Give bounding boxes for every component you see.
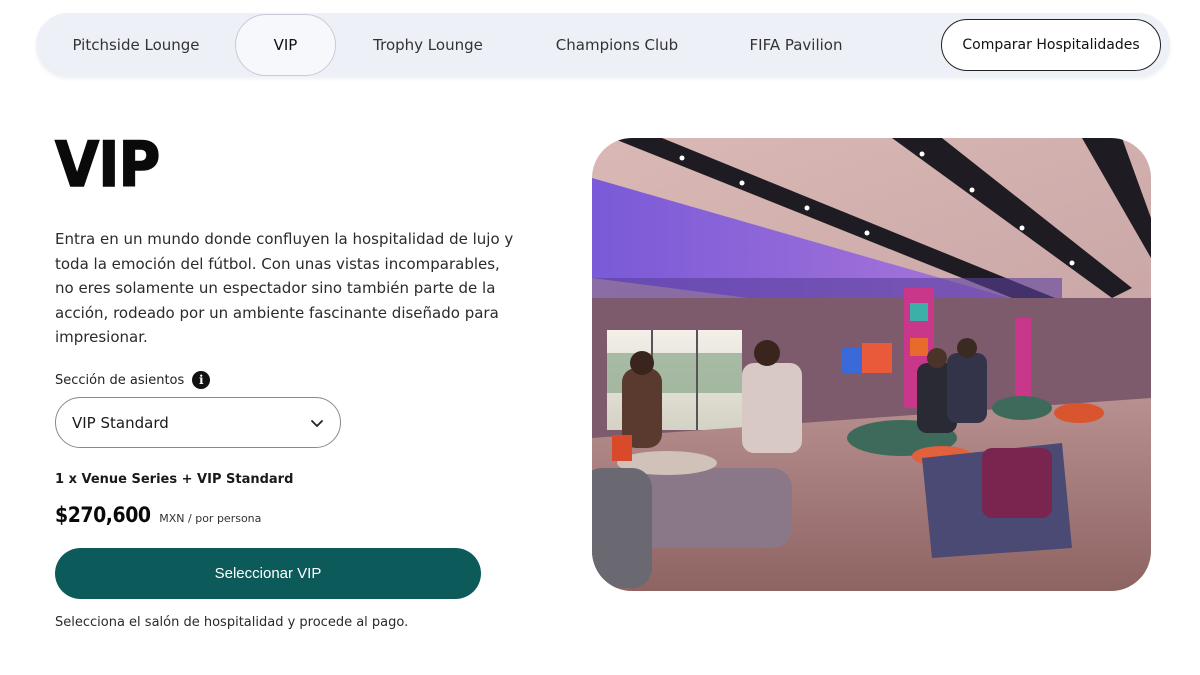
tab-pitchside-lounge[interactable]: Pitchside Lounge [46,13,226,77]
tab-champions-club[interactable]: Champions Club [532,13,702,77]
info-icon[interactable]: i [192,371,211,389]
checkout-footnote: Selecciona el salón de hospitalidad y pr… [55,615,409,630]
price-unit: MXN / por persona [159,512,262,525]
seat-section-select[interactable]: VIP Standard [55,397,341,448]
price-row: $270,600 MXN / por persona [55,503,261,527]
select-vip-button[interactable]: Seleccionar VIP [55,548,481,599]
seat-section-label-row: Sección de asientos i [55,371,211,389]
tab-trophy-lounge[interactable]: Trophy Lounge [348,13,508,77]
tab-fifa-pavilion[interactable]: FIFA Pavilion [726,13,866,77]
compare-hospitality-button[interactable]: Comparar Hospitalidades [941,19,1161,71]
page-title: VIP [54,127,161,202]
tab-vip[interactable]: VIP [235,14,336,76]
hospitality-description: Entra en un mundo donde confluyen la hos… [55,230,514,346]
package-summary: 1 x Venue Series + VIP Standard [55,472,294,487]
seat-section-label: Sección de asientos [55,372,185,388]
chevron-down-icon [311,419,323,427]
seat-section-value: VIP Standard [72,413,169,432]
price-value: $270,600 [55,503,151,527]
vip-lounge-image [592,138,1151,591]
hospitality-tabbar: Pitchside Lounge VIP Trophy Lounge Champ… [36,13,1170,77]
